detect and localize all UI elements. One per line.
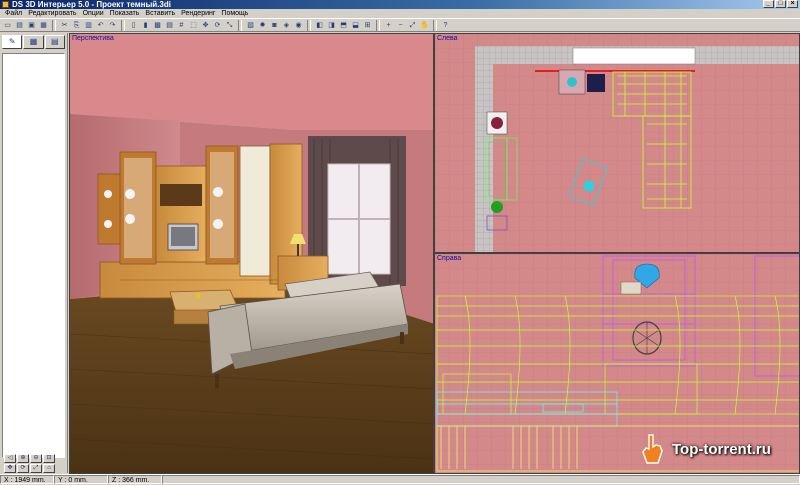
menu-options[interactable]: Опции [80,9,107,18]
save-icon[interactable]: ▣ [26,20,37,31]
object-panel: ✎ ▦ ▤ ◁ ⊕ ⊖ ⊡ ✥ ⟳ ⤢ ⌂ [0,33,68,473]
print-icon[interactable]: ▦ [38,20,49,31]
window-title: DS 3D Интерьер 5.0 - Проект темный.3di [12,0,171,9]
furniture-icon[interactable]: ▤ [164,20,175,31]
viewport-label: Перспектива [72,35,114,42]
pan-icon[interactable]: ✋ [419,20,430,31]
nav-zoom-in-icon[interactable]: ⊕ [17,454,29,463]
grid-icon[interactable]: # [176,20,187,31]
nav-rotate-left-icon[interactable]: ◁ [4,454,16,463]
rotate-icon[interactable]: ⟳ [212,20,223,31]
camera-icon[interactable]: ◙ [269,20,280,31]
undo-icon[interactable]: ↶ [95,20,106,31]
status-bar: X : 1949 mm. Y : 0 mm. Z : 366 mm. [0,474,800,484]
left-wall-plan [475,46,493,252]
object-list[interactable] [2,53,65,458]
hand-logo-icon [642,434,663,464]
navigation-pad: ◁ ⊕ ⊖ ⊡ ✥ ⟳ ⤢ ⌂ [4,454,55,473]
menu-edit[interactable]: Редактировать [25,9,79,18]
perspective-scene [70,34,433,473]
status-message [162,475,800,484]
watermark: Top-torrent.ru [640,430,771,468]
scale-icon[interactable]: ⤡ [224,20,235,31]
view-top-icon[interactable]: ⬒ [338,20,349,31]
move-icon[interactable]: ✥ [200,20,211,31]
status-x-coordinate: X : 1949 mm. [0,475,54,484]
light-icon[interactable]: ✹ [257,20,268,31]
watermark-text: Top-torrent.ru [672,440,771,458]
title-bar: DS 3D Интерьер 5.0 - Проект темный.3di _… [0,0,800,9]
left-view-scene [435,34,799,252]
nav-zoom-out-icon[interactable]: ⊖ [30,454,42,463]
nav-orbit-icon[interactable]: ⟳ [17,464,29,473]
view-four-icon[interactable]: ⊞ [362,20,373,31]
texture-icon[interactable]: ▧ [245,20,256,31]
toolbar-separator [307,19,311,31]
menu-help[interactable]: Помощь [218,9,251,18]
wall-tool-icon[interactable]: ▯ [128,20,139,31]
window-tool-icon[interactable]: ▩ [152,20,163,31]
toolbar-separator [52,19,56,31]
perspective-viewport[interactable]: Перспектива [69,33,434,474]
close-button[interactable]: × [787,0,798,8]
render-icon[interactable]: ◈ [281,20,292,31]
zoom-fit-icon[interactable]: ⤢ [407,20,418,31]
nav-zoom-region-icon[interactable]: ⊡ [43,454,55,463]
toolbar-separator [121,19,125,31]
view-side-icon[interactable]: ◨ [326,20,337,31]
paste-icon[interactable]: ▥ [83,20,94,31]
tab-materials-icon[interactable]: ▤ [44,35,65,49]
menu-bar: Файл Редактировать Опции Показать Встави… [0,9,800,18]
status-z-coordinate: Z : 366 mm. [108,475,162,484]
new-file-icon[interactable]: ▭ [2,20,13,31]
zoom-in-icon[interactable]: + [383,20,394,31]
cut-icon[interactable]: ✂ [59,20,70,31]
select-icon[interactable]: ⬚ [188,20,199,31]
copy-icon[interactable]: ⎘ [71,20,82,31]
view-front-icon[interactable]: ◧ [314,20,325,31]
wall-unit [97,143,303,299]
left-viewport[interactable]: Слева [434,33,800,253]
menu-show[interactable]: Показать [107,9,143,18]
help-icon[interactable]: ? [440,20,451,31]
zoom-out-icon[interactable]: − [395,20,406,31]
nav-fit-icon[interactable]: ⤢ [30,464,42,473]
toolbar-separator [433,19,437,31]
tab-tools-icon[interactable]: ✎ [2,35,23,49]
render-quality-icon[interactable]: ◉ [293,20,304,31]
door-tool-icon[interactable]: ▮ [140,20,151,31]
minimize-button[interactable]: _ [763,0,774,8]
menu-render[interactable]: Рендеринг [178,9,218,18]
ceiling [70,34,433,130]
toolbar-separator [238,19,242,31]
viewport-label: Слева [437,35,458,42]
redo-icon[interactable]: ↷ [107,20,118,31]
status-y-coordinate: Y : 0 mm. [54,475,108,484]
toolbar-separator [376,19,380,31]
main-toolbar: ▭ ▤ ▣ ▦ ✂ ⎘ ▥ ↶ ↷ ▯ ▮ ▩ ▤ # ⬚ ✥ ⟳ ⤡ ▧ ✹ … [0,18,800,32]
app-icon [2,1,9,8]
open-folder-icon[interactable]: ▤ [14,20,25,31]
maximize-button[interactable]: □ [775,0,786,8]
nav-pan-icon[interactable]: ✥ [4,464,16,473]
tab-objects-icon[interactable]: ▦ [23,35,44,49]
menu-file[interactable]: Файл [2,9,25,18]
object-panel-tabs: ✎ ▦ ▤ [0,33,67,51]
view-3d-icon[interactable]: ⬓ [350,20,361,31]
viewport-label: Справа [437,255,462,262]
nav-reset-icon[interactable]: ⌂ [43,464,55,473]
menu-insert[interactable]: Вставить [142,9,178,18]
